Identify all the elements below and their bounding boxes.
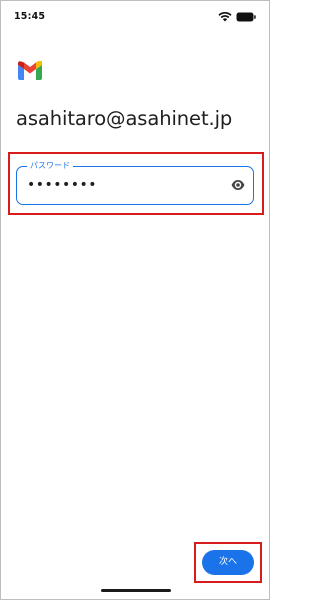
gmail-icon <box>18 61 42 80</box>
password-field[interactable]: パスワード •••••••• <box>16 160 254 205</box>
phone-screen: 15:45 asahitaro@asahinet.jp パスワード ••••••… <box>0 0 270 600</box>
eye-icon[interactable] <box>231 179 245 191</box>
status-time: 15:45 <box>14 11 46 22</box>
password-input-value[interactable]: •••••••• <box>27 177 97 193</box>
battery-icon <box>236 12 256 22</box>
status-bar: 15:45 <box>1 1 269 31</box>
account-email: asahitaro@asahinet.jp <box>16 107 233 130</box>
password-label: パスワード <box>27 160 73 172</box>
next-button[interactable]: 次へ <box>202 550 254 575</box>
home-indicator <box>101 589 171 592</box>
wifi-icon <box>218 11 232 22</box>
